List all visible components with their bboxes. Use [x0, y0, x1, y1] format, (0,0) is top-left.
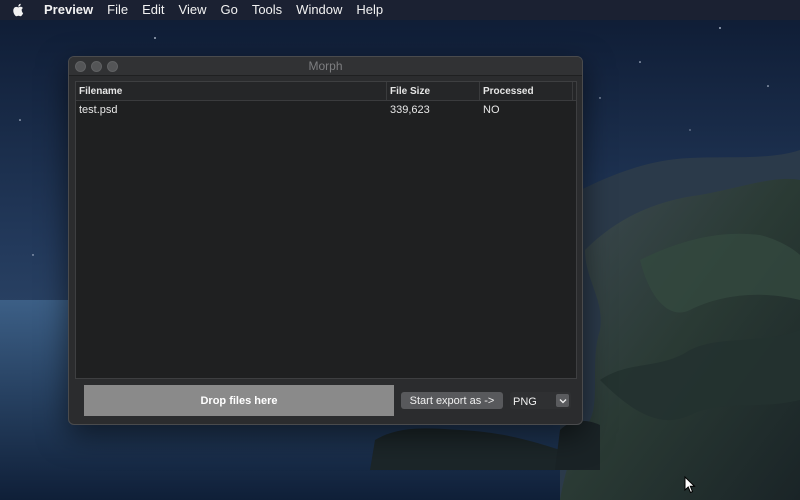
menu-tools[interactable]: Tools: [245, 0, 289, 20]
column-header-filename[interactable]: Filename: [76, 82, 387, 100]
chevron-down-icon: [556, 394, 569, 407]
mouse-pointer-icon: [684, 476, 696, 494]
drop-zone-label: Drop files here: [200, 394, 278, 407]
cell-file-size: 339,623: [390, 104, 430, 116]
menu-window[interactable]: Window: [289, 0, 349, 20]
format-select-value: PNG: [513, 395, 537, 408]
menu-go[interactable]: Go: [213, 0, 244, 20]
start-export-button[interactable]: Start export as ->: [401, 392, 503, 409]
export-format-select[interactable]: PNG: [510, 392, 571, 409]
menu-edit[interactable]: Edit: [135, 0, 171, 20]
table-header: Filename File Size Processed: [76, 82, 576, 101]
column-header-processed[interactable]: Processed: [480, 82, 573, 100]
column-header-file-size[interactable]: File Size: [387, 82, 480, 100]
window-title: Morph: [308, 59, 343, 73]
cell-filename: test.psd: [79, 104, 118, 116]
export-button-label: Start export as ->: [409, 394, 495, 407]
apple-logo-icon[interactable]: [0, 3, 36, 17]
menu-file[interactable]: File: [100, 0, 135, 20]
morph-window: Morph Filename File Size Processed test.…: [68, 56, 583, 425]
window-titlebar[interactable]: Morph: [69, 57, 582, 76]
drop-files-zone[interactable]: Drop files here: [84, 385, 394, 416]
menu-view[interactable]: View: [172, 0, 214, 20]
menu-app-name[interactable]: Preview: [36, 0, 100, 20]
menu-bar: Preview File Edit View Go Tools Window H…: [0, 0, 800, 20]
menu-help[interactable]: Help: [349, 0, 390, 20]
cell-processed: NO: [483, 104, 500, 116]
files-table[interactable]: Filename File Size Processed test.psd 33…: [75, 81, 577, 379]
table-row[interactable]: test.psd 339,623 NO: [76, 101, 576, 120]
